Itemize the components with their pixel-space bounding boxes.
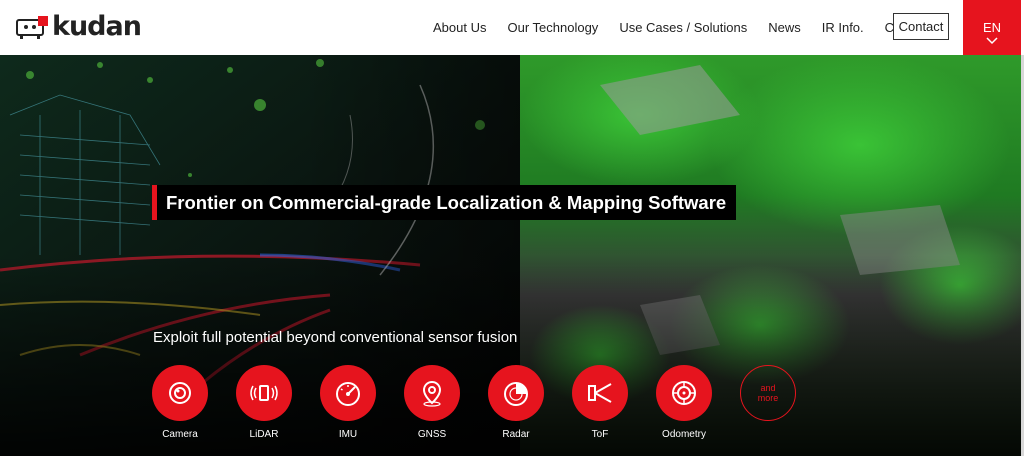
tof-icon xyxy=(588,383,612,403)
main-nav: About Us Our Technology Use Cases / Solu… xyxy=(420,0,952,55)
sensor-odometry-circle xyxy=(656,365,712,421)
sensor-imu[interactable]: IMU xyxy=(313,365,383,440)
sensor-odometry[interactable]: Odometry xyxy=(649,365,719,440)
odometry-icon xyxy=(672,381,696,405)
sensor-imu-circle xyxy=(320,365,376,421)
sensor-lidar-circle xyxy=(236,365,292,421)
chevron-down-icon xyxy=(986,37,998,45)
lidar-icon xyxy=(250,385,278,401)
kudan-logo[interactable]: kudan xyxy=(14,11,142,42)
sensor-gnss[interactable]: GNSS xyxy=(397,365,467,440)
nav-news[interactable]: News xyxy=(768,20,801,35)
and-more-text-line1: and xyxy=(760,383,776,393)
kudan-mascot-icon xyxy=(16,16,48,39)
hero-banner: Frontier on Commercial-grade Localizatio… xyxy=(0,55,1024,456)
sensor-imu-label: IMU xyxy=(338,429,358,440)
and-more-text-line2: more xyxy=(757,393,779,403)
sensor-tof-label: ToF xyxy=(591,429,609,440)
sensor-gnss-label: GNSS xyxy=(417,429,447,440)
sensor-radar-circle xyxy=(488,365,544,421)
hero-headline-text: Frontier on Commercial-grade Localizatio… xyxy=(166,191,727,213)
sensor-lidar[interactable]: LiDAR xyxy=(229,365,299,440)
nav-our-technology[interactable]: Our Technology xyxy=(507,20,598,35)
site-header: kudan About Us Our Technology Use Cases … xyxy=(0,0,1024,55)
sensor-odometry-label: Odometry xyxy=(662,429,706,440)
sensor-camera-label: Camera xyxy=(162,429,198,440)
hero-headline: Frontier on Commercial-grade Localizatio… xyxy=(152,185,737,220)
sensor-gnss-circle xyxy=(404,365,460,421)
sensor-tof-circle xyxy=(572,365,628,421)
sensor-and-more[interactable]: and more xyxy=(733,365,803,421)
sensor-camera[interactable]: Camera xyxy=(145,365,215,440)
sensor-radar-label: Radar xyxy=(502,429,530,440)
gnss-icon xyxy=(422,380,442,407)
and-more-circle: and more xyxy=(740,365,796,421)
sensor-tof[interactable]: ToF xyxy=(565,365,635,440)
sensor-camera-circle xyxy=(152,365,208,421)
nav-ir-info[interactable]: IR Info. xyxy=(822,20,864,35)
imu-icon xyxy=(336,382,360,406)
sensor-radar[interactable]: Radar xyxy=(481,365,551,440)
camera-icon xyxy=(169,382,191,404)
language-label: EN xyxy=(982,20,1002,35)
radar-icon xyxy=(504,382,528,406)
nav-about-us[interactable]: About Us xyxy=(433,20,486,35)
brand-wordmark: kudan xyxy=(52,11,142,42)
nav-use-cases[interactable]: Use Cases / Solutions xyxy=(619,20,747,35)
hero-subline: Exploit full potential beyond convention… xyxy=(153,329,518,346)
language-selector[interactable]: EN xyxy=(963,0,1021,55)
contact-button[interactable]: Contact xyxy=(893,13,949,40)
sensor-lidar-label: LiDAR xyxy=(249,429,279,440)
